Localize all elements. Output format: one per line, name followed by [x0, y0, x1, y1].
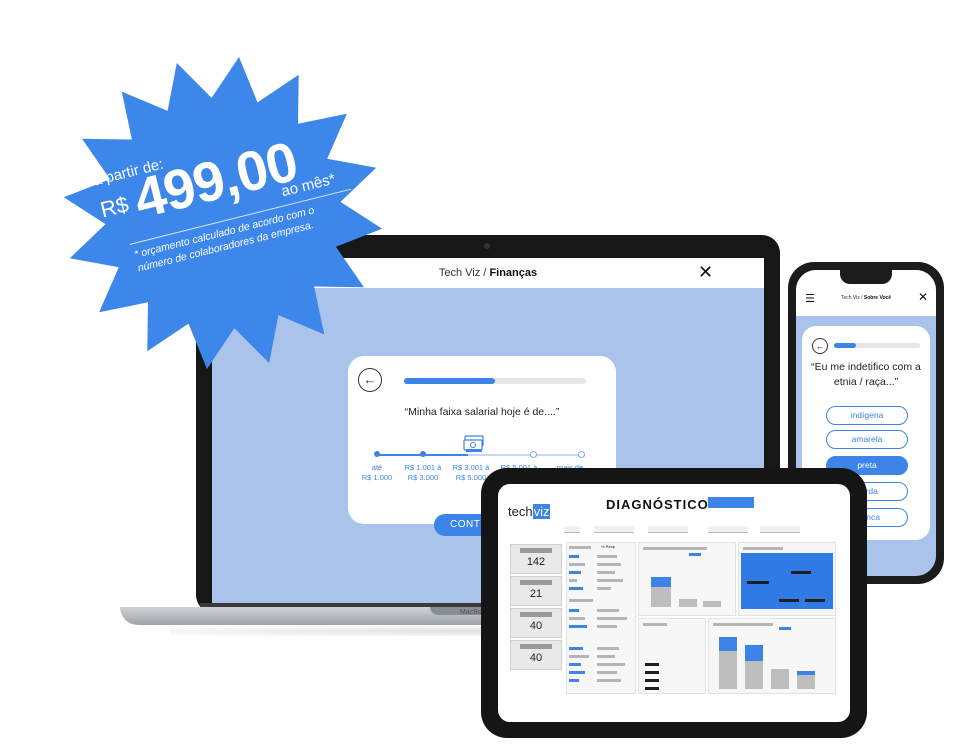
- ranking-panel: [638, 618, 706, 694]
- progress-fill: [834, 343, 856, 348]
- slider-track: [468, 454, 582, 456]
- kpi-card: 21: [510, 576, 562, 606]
- kpi-card: 40: [510, 608, 562, 638]
- bar-chart-panel: [638, 542, 736, 616]
- close-icon[interactable]: ✕: [918, 290, 928, 304]
- laptop-title-prefix: Tech Viz /: [438, 267, 487, 279]
- close-icon[interactable]: ✕: [698, 262, 713, 283]
- techviz-logo: techviz: [508, 504, 551, 519]
- progress-bar: [404, 378, 586, 384]
- response-table: % Resp: [566, 542, 636, 694]
- heatmap-panel: [738, 542, 836, 616]
- question-text: “Minha faixa salarial hoje é de....”: [404, 406, 560, 418]
- dashboard-title: DIAGNÓSTICO: [606, 497, 709, 512]
- option-button[interactable]: amarela: [826, 430, 908, 449]
- table-header: % Resp: [601, 544, 616, 549]
- question-text: “Eu me indetifico com a etnia / raça...”: [811, 361, 921, 388]
- filter-dropdown[interactable]: [564, 526, 580, 533]
- title-highlight: [708, 497, 754, 508]
- money-stack-icon[interactable]: [462, 434, 486, 454]
- kpi-card: 40: [510, 640, 562, 670]
- filter-dropdown[interactable]: [648, 526, 688, 533]
- arrow-left-icon[interactable]: ←: [812, 338, 828, 354]
- range-label: até R$ 1.000: [361, 463, 393, 482]
- option-button[interactable]: indígena: [826, 406, 908, 425]
- slider-stop[interactable]: [578, 451, 585, 458]
- tablet-screen: techviz DIAGNÓSTICO 142 21 40 40 % Resp: [498, 484, 850, 722]
- filter-dropdown[interactable]: [760, 526, 800, 533]
- laptop-title-section: Finanças: [489, 267, 538, 279]
- kpi-card: 142: [510, 544, 562, 574]
- slider-stop[interactable]: [530, 451, 537, 458]
- laptop-camera: [484, 243, 490, 249]
- phone-page-title: Tech Viz / Sobre Você: [840, 295, 892, 301]
- filter-dropdown[interactable]: [708, 526, 748, 533]
- slider-stop[interactable]: [374, 451, 380, 457]
- slider-stop[interactable]: [420, 451, 426, 457]
- stacked-chart-panel: [708, 618, 836, 694]
- filter-dropdown[interactable]: [594, 526, 634, 533]
- promo-currency: R$: [97, 191, 132, 223]
- progress-fill: [404, 378, 495, 384]
- phone-notch: [840, 270, 892, 284]
- range-label: R$ 1.001 à R$ 3.000: [404, 463, 442, 482]
